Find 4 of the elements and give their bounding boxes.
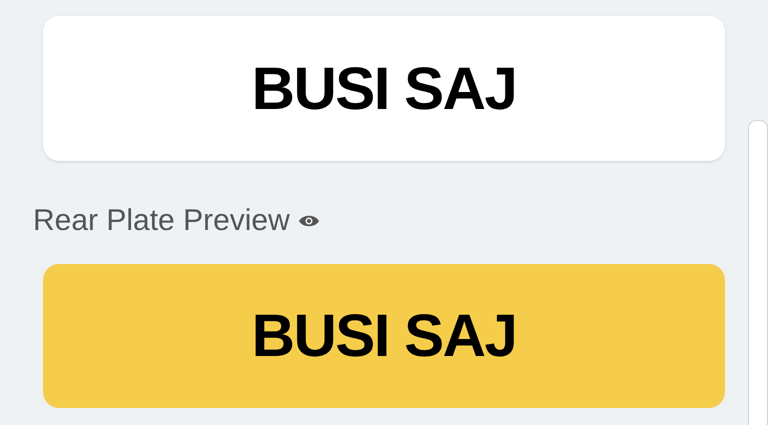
eye-icon bbox=[298, 214, 320, 228]
plate-text: BUSI SAJ bbox=[252, 306, 516, 366]
section-label: Rear Plate Preview bbox=[33, 206, 290, 236]
plate-text: BUSI SAJ bbox=[252, 58, 516, 118]
